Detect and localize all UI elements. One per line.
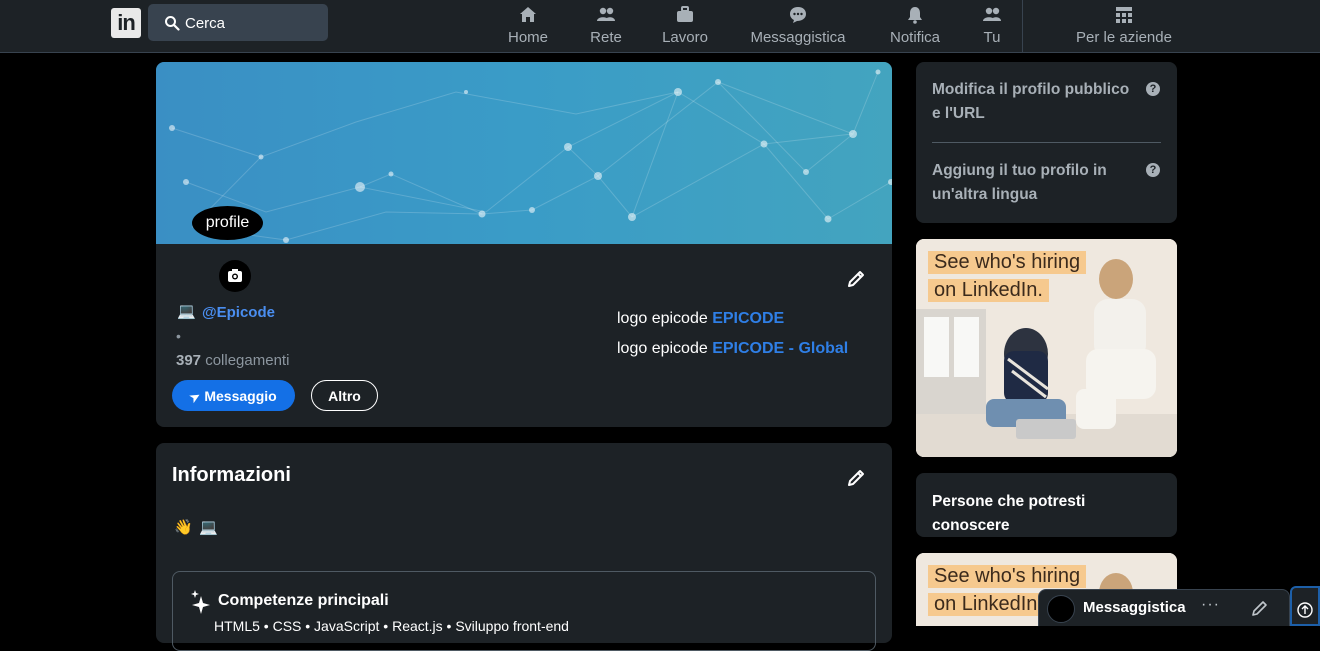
nav-divider [1022, 0, 1023, 52]
experience-item[interactable]: logo epicode EPICODE - Global [617, 340, 848, 358]
profile-avatar[interactable]: profile [192, 206, 263, 240]
company-logo-alt: logo epicode [617, 340, 708, 357]
messaging-dock-label: Messaggistica [1083, 599, 1186, 616]
avatar [1047, 595, 1075, 623]
nav-home-label: Home [507, 29, 548, 46]
nav-network[interactable]: Rete [585, 0, 627, 52]
nav-messaging[interactable]: Messaggistica [747, 0, 849, 52]
top-navbar: in Home Rete Lavoro Messaggistica Notifi… [0, 0, 1320, 53]
nav-jobs[interactable]: Lavoro [657, 0, 713, 52]
nav-me-label: Tu [983, 29, 1001, 46]
camera-button[interactable] [219, 260, 251, 292]
nav-notifications-label: Notifica [889, 29, 941, 46]
nav-messaging-label: Messaggistica [750, 29, 846, 46]
arrow-up-icon [1297, 602, 1313, 618]
search-icon [165, 16, 180, 31]
message-button-label: Messaggio [204, 387, 277, 404]
profile-handle[interactable]: @Epicode [202, 304, 275, 321]
company-link[interactable]: EPICODE [712, 310, 784, 327]
company-link[interactable]: EPICODE - Global [712, 340, 848, 357]
nav-business[interactable]: Per le aziende [1070, 0, 1178, 52]
nav-me[interactable]: Tu [975, 0, 1009, 52]
about-card: Informazioni 👋 💻 Competenze principali H… [156, 443, 892, 651]
search-input[interactable] [185, 12, 315, 34]
nav-home[interactable]: Home [505, 0, 551, 52]
more-button[interactable]: Altro [311, 380, 378, 411]
top-skills-title: Competenze principali [218, 592, 389, 609]
profile-banner: profile [156, 62, 892, 244]
top-skills-box[interactable]: Competenze principali HTML5 • CSS • Java… [172, 571, 876, 651]
people-icon [597, 7, 615, 21]
connections-count[interactable]: 397 collegamenti [176, 352, 289, 369]
ad-headline-line2: on LinkedIn. [928, 279, 1049, 302]
edit-about-pencil-icon[interactable] [845, 467, 867, 489]
people-icon [983, 7, 1001, 21]
chat-icon [790, 7, 806, 23]
people-you-may-know-card: Persone che potresti conoscere [916, 473, 1177, 537]
ad-headline-line1: See who's hiring [928, 251, 1087, 274]
bell-icon [908, 7, 922, 24]
sparkle-icon [191, 590, 210, 614]
nav-business-label: Per le aziende [1076, 29, 1172, 46]
bullet-separator: • [176, 328, 181, 344]
ad-headline-line1: See who's hiring [928, 565, 1087, 588]
waving-hand-icon: 👋 [174, 519, 193, 536]
grid-icon [1116, 7, 1132, 23]
compose-icon[interactable] [1251, 600, 1268, 617]
company-logo-alt: logo epicode [617, 310, 708, 327]
more-options-icon[interactable]: ··· [1201, 596, 1220, 614]
divider [932, 142, 1161, 143]
experience-item[interactable]: logo epicode EPICODE [617, 310, 784, 328]
message-button[interactable]: ➤Messaggio [172, 380, 295, 411]
nav-notifications[interactable]: Notifica [885, 0, 945, 52]
scroll-up-button[interactable] [1290, 586, 1320, 626]
messaging-dock[interactable]: Messaggistica ··· [1038, 589, 1290, 626]
send-icon: ➤ [187, 387, 204, 406]
people-you-may-know-title: Persone che potresti conoscere [932, 493, 1086, 534]
network-pattern-image [169, 69, 892, 243]
edit-public-profile-link[interactable]: Modifica il profilo pubblico e l'URL [932, 78, 1142, 126]
connections-number: 397 [176, 352, 202, 369]
home-icon [520, 7, 536, 22]
profile-card: profile 💻 @Epicode • 397 collegamenti ➤M… [156, 62, 892, 427]
help-icon[interactable]: ? [1146, 82, 1160, 96]
hiring-ad-banner[interactable]: See who's hiring on LinkedIn. [916, 239, 1177, 457]
connections-label: collegamenti [205, 352, 290, 369]
about-title: Informazioni [172, 464, 291, 486]
edit-profile-pencil-icon[interactable] [845, 268, 867, 290]
help-icon[interactable]: ? [1146, 163, 1160, 177]
nav-network-label: Rete [590, 29, 622, 46]
linkedin-logo[interactable]: in [111, 8, 141, 38]
add-language-link[interactable]: Aggiung il tuo profilo in un'altra lingu… [932, 159, 1142, 207]
ad-headline-line2: on LinkedIn. [928, 593, 1049, 616]
briefcase-icon [677, 6, 693, 22]
nav-jobs-label: Lavoro [662, 29, 708, 46]
camera-icon [228, 269, 242, 282]
top-skills-list: HTML5 • CSS • JavaScript • React.js • Sv… [214, 618, 569, 634]
laptop-icon: 💻 [199, 519, 218, 536]
search-box[interactable] [148, 4, 328, 41]
profile-settings-card: Modifica il profilo pubblico e l'URL ? A… [916, 62, 1177, 223]
laptop-icon: 💻 [177, 303, 196, 320]
